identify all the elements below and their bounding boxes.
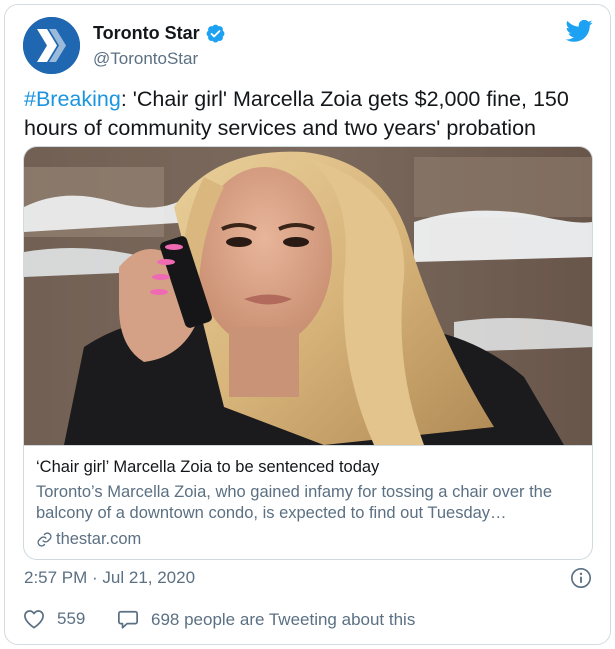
link-description: Toronto’s Marcella Zoia, who gained infa… (36, 483, 553, 522)
twitter-bird-icon[interactable] (566, 19, 593, 43)
link-preview-text: ‘Chair girl’ Marcella Zoia to be sentenc… (24, 445, 592, 559)
like-button[interactable]: 559 (23, 609, 85, 629)
action-bar: 559 698 people are Tweeting about this (23, 609, 595, 639)
speech-bubble-icon (118, 610, 138, 629)
avatar[interactable] (23, 17, 80, 74)
hashtag-link[interactable]: #Breaking (24, 87, 121, 111)
tweeting-about-button[interactable]: 698 people are Tweeting about this (117, 609, 415, 630)
like-count: 559 (57, 609, 86, 628)
timestamp[interactable]: 2:57 PM · Jul 21, 2020 (24, 568, 195, 588)
display-name[interactable]: Toronto Star (93, 23, 200, 44)
article-photo (24, 147, 592, 445)
tweeting-about-text: 698 people are Tweeting about this (151, 609, 416, 629)
info-icon[interactable] (570, 567, 592, 589)
tweet-text: #Breaking: 'Chair girl' Marcella Zoia ge… (24, 85, 599, 143)
link-domain: thestar.com (56, 530, 142, 548)
verified-badge-icon (206, 24, 225, 43)
heart-icon (24, 610, 44, 629)
link-title[interactable]: ‘Chair girl’ Marcella Zoia to be sentenc… (36, 458, 379, 477)
link-domain-row: thestar.com (36, 530, 141, 549)
tweet-card: Toronto Star @TorontoStar #Breaking: 'Ch… (4, 4, 611, 645)
tweet-header: Toronto Star @TorontoStar (23, 17, 595, 77)
link-preview-card[interactable]: ‘Chair girl’ Marcella Zoia to be sentenc… (23, 146, 593, 560)
handle[interactable]: @TorontoStar (93, 49, 198, 69)
toronto-star-logo (23, 17, 80, 74)
link-icon (37, 532, 52, 547)
name-row: Toronto Star (93, 23, 225, 44)
